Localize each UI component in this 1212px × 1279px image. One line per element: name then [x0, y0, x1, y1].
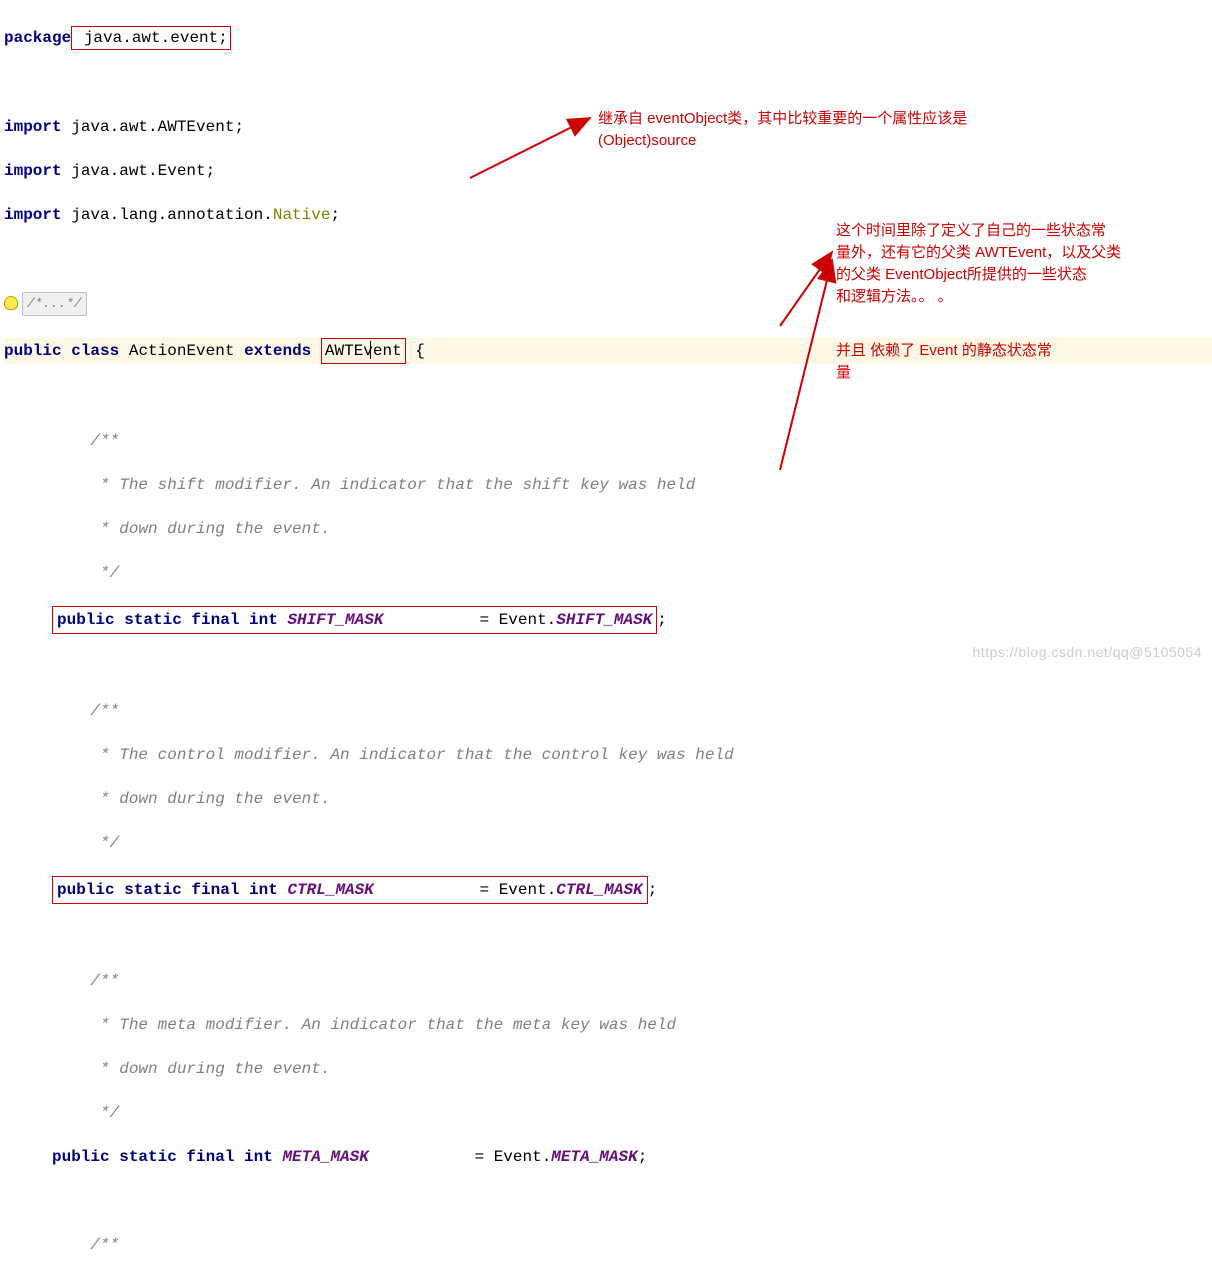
line-import-1[interactable]: import java.awt.AWTEvent; — [4, 116, 1212, 138]
line-class-decl[interactable]: public class ActionEvent extends AWTEven… — [4, 338, 1212, 364]
kw-package: package — [4, 29, 71, 47]
box-superclass: AWTEvent — [321, 338, 406, 364]
javadoc-line: * down during the event. — [4, 1058, 1212, 1080]
bulb-icon[interactable] — [4, 296, 18, 310]
javadoc-line: /** — [4, 430, 1212, 452]
javadoc-line: * down during the event. — [4, 518, 1212, 540]
line-field-ctrl[interactable]: public static final int CTRL_MASK = Even… — [4, 876, 1212, 904]
javadoc-line: * The control modifier. An indicator tha… — [4, 744, 1212, 766]
javadoc-line: */ — [4, 832, 1212, 854]
watermark: https://blog.csdn.net/qq@5105054 — [973, 644, 1202, 660]
line-field-meta[interactable]: public static final int META_MASK = Even… — [4, 1146, 1212, 1168]
blank-line — [4, 1190, 1212, 1212]
code-editor[interactable]: package java.awt.event; import java.awt.… — [0, 0, 1212, 1278]
folded-javadoc[interactable]: /*...*/ — [22, 292, 87, 316]
box-field-shift: public static final int SHIFT_MASK = Eve… — [52, 606, 657, 634]
javadoc-line: /** — [4, 1234, 1212, 1256]
blank-line — [4, 386, 1212, 408]
line-package[interactable]: package java.awt.event; — [4, 26, 1212, 50]
box-package-name: java.awt.event; — [71, 26, 231, 50]
javadoc-line: * down during the event. — [4, 788, 1212, 810]
javadoc-line: * The shift modifier. An indicator that … — [4, 474, 1212, 496]
javadoc-line: */ — [4, 1102, 1212, 1124]
javadoc-line: * The meta modifier. An indicator that t… — [4, 1014, 1212, 1036]
javadoc-line: */ — [4, 562, 1212, 584]
blank-line — [4, 248, 1212, 270]
line-import-3[interactable]: import java.lang.annotation.Native; — [4, 204, 1212, 226]
javadoc-line: /** — [4, 970, 1212, 992]
blank-line — [4, 926, 1212, 948]
line-folded-comment[interactable]: /*...*/ — [4, 292, 1212, 316]
line-field-shift[interactable]: public static final int SHIFT_MASK = Eve… — [4, 606, 1212, 634]
line-import-2[interactable]: import java.awt.Event; — [4, 160, 1212, 182]
javadoc-line: /** — [4, 700, 1212, 722]
blank-line — [4, 72, 1212, 94]
box-field-ctrl: public static final int CTRL_MASK = Even… — [52, 876, 648, 904]
